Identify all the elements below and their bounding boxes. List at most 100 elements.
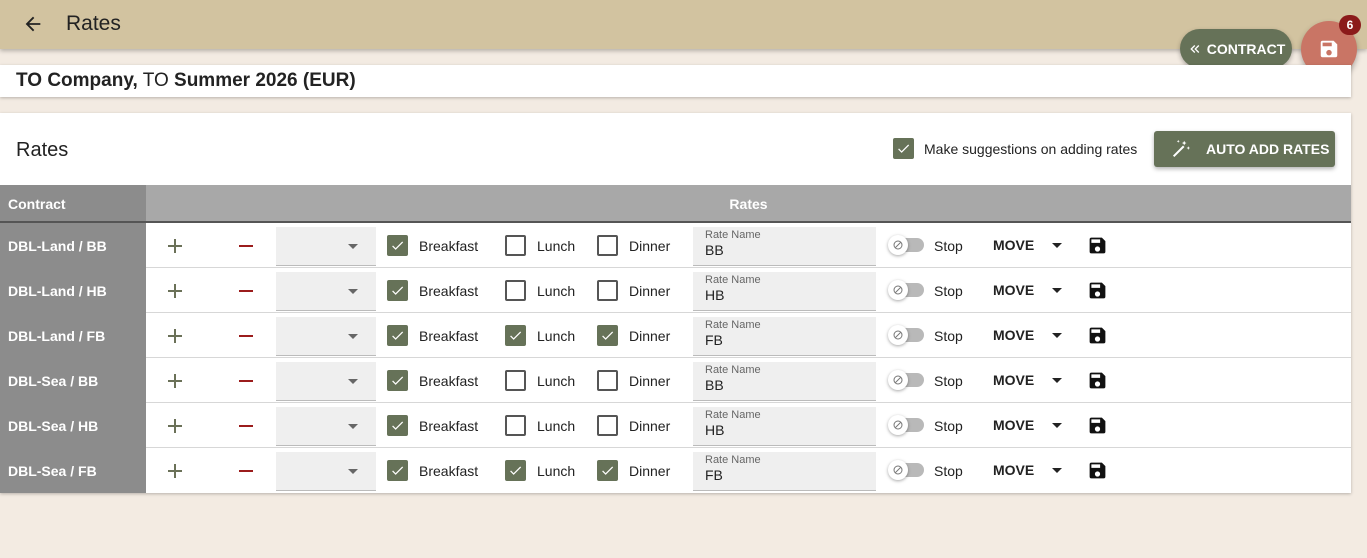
suggestions-label: Make suggestions on adding rates: [924, 140, 1138, 157]
move-label: MOVE: [993, 237, 1035, 253]
lunch-label: Lunch: [537, 327, 576, 344]
stop-toggle[interactable]: [888, 325, 924, 345]
contract-company: TO Company,: [16, 70, 138, 91]
breakfast-checkbox[interactable]: [387, 280, 408, 301]
minus-icon[interactable]: [234, 369, 258, 393]
move-button[interactable]: MOVE: [993, 237, 1063, 253]
auto-add-rates-button[interactable]: AUTO ADD RATES: [1154, 131, 1335, 167]
minus-icon[interactable]: [234, 279, 258, 303]
breakfast-checkbox[interactable]: [387, 325, 408, 346]
check-icon: [510, 331, 522, 340]
rate-name-label: Rate Name: [705, 319, 761, 331]
lunch-checkbox[interactable]: [505, 415, 526, 436]
minus-icon[interactable]: [234, 234, 258, 258]
plus-icon[interactable]: [163, 324, 187, 348]
rate-name-field[interactable]: Rate Name FB: [693, 317, 876, 356]
floppy-disk-icon[interactable]: [1087, 325, 1108, 346]
rate-name-field[interactable]: Rate Name BB: [693, 227, 876, 266]
dropdown-caret-icon: [348, 379, 358, 384]
lunch-checkbox[interactable]: [505, 325, 526, 346]
move-button[interactable]: MOVE: [993, 462, 1063, 478]
row-contract-label: DBL-Land / HB: [0, 268, 146, 313]
check-icon: [898, 144, 910, 153]
rates-card: Rates Make suggestions on adding rates A…: [0, 113, 1351, 493]
lunch-label: Lunch: [537, 282, 576, 299]
floppy-disk-icon[interactable]: [1087, 460, 1108, 481]
table-row: DBL-Land / BB Breakfast Lunch Dinner Rat…: [0, 223, 1351, 268]
rate-type-select[interactable]: [276, 227, 376, 266]
dinner-option: Dinner: [597, 325, 670, 346]
dinner-checkbox[interactable]: [597, 235, 618, 256]
dinner-checkbox[interactable]: [597, 370, 618, 391]
plus-icon[interactable]: [163, 279, 187, 303]
suggestions-checkbox[interactable]: [893, 138, 914, 159]
rate-type-select[interactable]: [276, 407, 376, 446]
check-icon: [392, 286, 404, 295]
stop-toggle[interactable]: [888, 415, 924, 435]
breakfast-checkbox[interactable]: [387, 235, 408, 256]
floppy-disk-icon: [1320, 40, 1338, 58]
breakfast-checkbox[interactable]: [387, 370, 408, 391]
breakfast-checkbox[interactable]: [387, 415, 408, 436]
stop-toggle[interactable]: [888, 235, 924, 255]
dinner-checkbox[interactable]: [597, 280, 618, 301]
dinner-checkbox[interactable]: [597, 415, 618, 436]
rate-name-field[interactable]: Rate Name FB: [693, 452, 876, 491]
lunch-checkbox[interactable]: [505, 460, 526, 481]
lunch-checkbox[interactable]: [505, 370, 526, 391]
minus-icon[interactable]: [234, 414, 258, 438]
rate-type-select[interactable]: [276, 452, 376, 491]
rate-type-select[interactable]: [276, 317, 376, 356]
floppy-disk-icon[interactable]: [1087, 415, 1108, 436]
dinner-checkbox[interactable]: [597, 460, 618, 481]
block-icon: [893, 420, 903, 430]
stop-toggle-knob: [888, 325, 908, 345]
rate-name-label: Rate Name: [705, 409, 761, 421]
move-button[interactable]: MOVE: [993, 417, 1063, 433]
contract-prefix: TO: [142, 70, 169, 91]
dinner-label: Dinner: [629, 237, 671, 254]
breakfast-label: Breakfast: [419, 327, 479, 344]
lunch-checkbox[interactable]: [505, 280, 526, 301]
stop-toggle-knob: [888, 280, 908, 300]
stop-label: Stop: [934, 373, 963, 389]
rate-type-select[interactable]: [276, 272, 376, 311]
plus-icon[interactable]: [163, 459, 187, 483]
lunch-label: Lunch: [537, 372, 576, 389]
floppy-disk-icon[interactable]: [1087, 370, 1108, 391]
breakfast-label: Breakfast: [419, 237, 479, 254]
block-icon: [893, 240, 903, 250]
contract-button-label: CONTRACT: [1206, 40, 1286, 57]
rate-name-field[interactable]: Rate Name HB: [693, 407, 876, 446]
floppy-disk-icon[interactable]: [1087, 280, 1108, 301]
dinner-label: Dinner: [629, 282, 671, 299]
move-button[interactable]: MOVE: [993, 282, 1063, 298]
breakfast-label: Breakfast: [419, 417, 479, 434]
rate-name-field[interactable]: Rate Name BB: [693, 362, 876, 401]
table-row: DBL-Sea / HB Breakfast Lunch Dinner Rate…: [0, 403, 1351, 448]
stop-toggle[interactable]: [888, 280, 924, 300]
rate-name-field[interactable]: Rate Name HB: [693, 272, 876, 311]
move-button[interactable]: MOVE: [993, 327, 1063, 343]
stop-toggle[interactable]: [888, 370, 924, 390]
minus-icon[interactable]: [234, 324, 258, 348]
stop-toggle[interactable]: [888, 460, 924, 480]
stop-toggle-knob: [888, 460, 908, 480]
minus-icon[interactable]: [234, 459, 258, 483]
arrow-left-icon[interactable]: [22, 13, 44, 35]
plus-icon[interactable]: [163, 234, 187, 258]
floppy-disk-icon[interactable]: [1087, 235, 1108, 256]
plus-icon[interactable]: [163, 414, 187, 438]
dinner-checkbox[interactable]: [597, 325, 618, 346]
dropdown-caret-icon: [1052, 332, 1063, 338]
contract-button[interactable]: CONTRACT: [1180, 29, 1292, 68]
lunch-checkbox[interactable]: [505, 235, 526, 256]
magic-wand-icon: [1172, 139, 1191, 158]
move-label: MOVE: [993, 327, 1035, 343]
breakfast-checkbox[interactable]: [387, 460, 408, 481]
breakfast-option: Breakfast: [387, 280, 478, 301]
move-button[interactable]: MOVE: [993, 372, 1063, 388]
rate-type-select[interactable]: [276, 362, 376, 401]
dinner-option: Dinner: [597, 370, 670, 391]
plus-icon[interactable]: [163, 369, 187, 393]
